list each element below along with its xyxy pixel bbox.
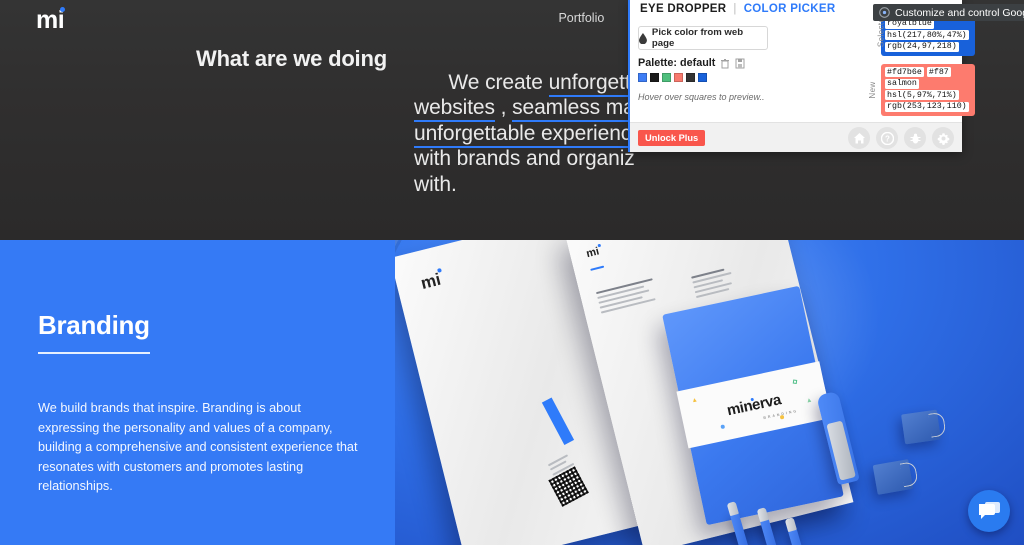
branding-section: Branding We build brands that inspire. B… bbox=[0, 240, 1024, 545]
pick-color-button[interactable]: Pick color from web page bbox=[638, 26, 768, 50]
hero-underlined-3: unforgettable experienc bbox=[414, 121, 631, 148]
palette-swatch-1[interactable] bbox=[638, 73, 647, 82]
pen-3 bbox=[787, 527, 812, 545]
hero-text-plain-1: We create bbox=[448, 70, 549, 94]
nav-link-portfolio[interactable]: Portfolio bbox=[558, 11, 604, 25]
selected-color-rgb: rgb(24,97,218) bbox=[885, 41, 959, 52]
palette-swatch-5[interactable] bbox=[686, 73, 695, 82]
letterhead-logo: mi bbox=[418, 268, 443, 293]
brand-business-card: minerva BRANDING bbox=[676, 361, 832, 449]
letterhead-blue-bar bbox=[541, 397, 575, 445]
popup-tab-color-picker[interactable]: COLOR PICKER bbox=[744, 3, 836, 15]
branding-body-text: We build brands that inspire. Branding i… bbox=[38, 401, 358, 494]
bug-icon[interactable] bbox=[904, 127, 926, 149]
save-icon[interactable] bbox=[735, 58, 745, 69]
palette-swatch-4[interactable] bbox=[674, 73, 683, 82]
hero-text-plain-2: , bbox=[494, 96, 513, 119]
popup-title-eye-dropper: EYE DROPPER bbox=[640, 3, 727, 15]
brand-card-logo: minerva BRANDING bbox=[725, 390, 799, 420]
site-logo[interactable]: mi bbox=[36, 7, 66, 33]
palette-row: Palette: default bbox=[638, 57, 745, 69]
chrome-menu-tooltip: Customize and control Google Chrome bbox=[873, 4, 1024, 21]
chrome-menu-icon bbox=[879, 7, 890, 18]
card-logo-dot-icon bbox=[749, 397, 754, 401]
palette-hint-text: Hover over squares to preview.. bbox=[638, 92, 765, 102]
new-color-panel: New #fd7b6e #f87 salmon hsl(5,97%,71%) r… bbox=[868, 64, 975, 116]
palette-swatches bbox=[638, 73, 707, 82]
new-color-hex: #fd7b6e bbox=[885, 67, 924, 77]
binder-clip-2 bbox=[872, 459, 914, 495]
gear-icon[interactable] bbox=[932, 127, 954, 149]
branding-title: Branding bbox=[38, 310, 150, 340]
selected-color-hsl: hsl(217,80%,47%) bbox=[885, 30, 969, 40]
chat-bubbles-icon bbox=[978, 501, 1000, 519]
home-icon[interactable] bbox=[848, 127, 870, 149]
new-color-name: salmon bbox=[885, 78, 919, 89]
popup-header: EYE DROPPER | COLOR PICKER bbox=[640, 3, 835, 15]
letter-logo-dot-icon bbox=[597, 243, 601, 247]
palette-swatch-6[interactable] bbox=[698, 73, 707, 82]
chat-widget-button[interactable] bbox=[968, 490, 1010, 532]
new-color-side-label: New bbox=[868, 81, 878, 99]
footer-icon-group: ? bbox=[848, 127, 954, 149]
letter-logo: mi bbox=[585, 243, 601, 261]
palette-swatch-3[interactable] bbox=[662, 73, 671, 82]
letterhead-logo-dot-icon bbox=[437, 268, 442, 273]
chrome-tooltip-text: Customize and control Google Chrome bbox=[895, 6, 1024, 19]
help-icon[interactable]: ? bbox=[876, 127, 898, 149]
hero-text-plain-3: with brands and organiz with. bbox=[414, 147, 635, 196]
eye-dropper-extension-popup: EYE DROPPER | COLOR PICKER Pick color fr… bbox=[628, 0, 975, 152]
dropper-icon bbox=[639, 32, 647, 44]
branding-mockup-photo: mi mi minerva BRANDING bbox=[395, 240, 1024, 545]
trash-icon[interactable] bbox=[720, 58, 730, 69]
svg-text:?: ? bbox=[885, 134, 890, 143]
new-color-hex-short: #f87 bbox=[926, 67, 951, 77]
binder-clip-1 bbox=[901, 409, 941, 445]
palette-label: Palette: default bbox=[638, 57, 716, 69]
new-color-rgb: rgb(253,123,110) bbox=[885, 101, 969, 112]
pick-color-button-label: Pick color from web page bbox=[651, 27, 744, 49]
unlock-plus-button[interactable]: Unlock Plus bbox=[638, 130, 706, 146]
popup-footer: Unlock Plus ? bbox=[630, 122, 962, 152]
hero-heading: What are we doing bbox=[196, 46, 387, 71]
branding-divider bbox=[38, 352, 150, 354]
popup-title-separator: | bbox=[733, 3, 737, 15]
logo-dot-icon bbox=[60, 7, 66, 12]
palette-swatch-2[interactable] bbox=[650, 73, 659, 82]
new-color-hsl: hsl(5,97%,71%) bbox=[885, 90, 959, 100]
